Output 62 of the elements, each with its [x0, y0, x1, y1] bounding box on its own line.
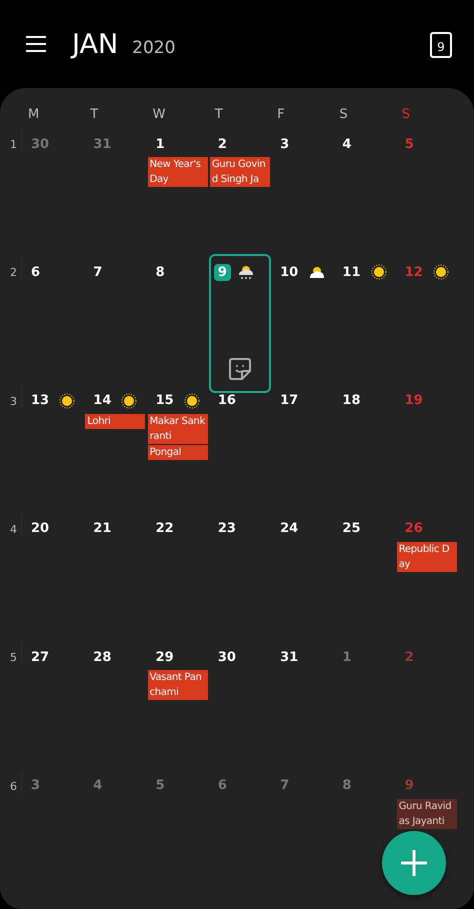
holiday-event[interactable]: Guru Govind Singh Ja: [210, 157, 270, 187]
weekday-label: T: [90, 107, 98, 124]
day-number[interactable]: 13: [27, 392, 54, 410]
day-number[interactable]: 3: [27, 777, 44, 794]
holiday-event[interactable]: Republic Day: [396, 542, 457, 572]
day-number[interactable]: 5: [152, 777, 169, 794]
day-number[interactable]: 3: [276, 136, 294, 152]
day-number[interactable]: 7: [89, 264, 106, 281]
week-number: 5: [0, 643, 22, 664]
holiday-event[interactable]: New Year's Day: [148, 157, 208, 187]
weekday-label: F: [277, 107, 285, 124]
menu-icon[interactable]: [26, 36, 46, 52]
day-number[interactable]: 8: [338, 777, 356, 794]
day-number[interactable]: 2: [214, 136, 231, 152]
day-number[interactable]: 30: [214, 648, 240, 666]
plus-icon: [401, 850, 427, 876]
day-number[interactable]: 31: [89, 136, 116, 152]
day-number[interactable]: 21: [89, 520, 116, 538]
day-number[interactable]: 29: [152, 648, 178, 666]
day-number[interactable]: 4: [89, 777, 106, 794]
year-label: 2020: [132, 38, 176, 58]
week-number: 4: [0, 514, 22, 536]
day-number[interactable]: 24: [276, 520, 302, 538]
week-number: 3: [0, 386, 22, 408]
day-number[interactable]: 11: [338, 264, 365, 281]
weekday-label: S: [402, 107, 410, 124]
holiday-event[interactable]: Vasant Panchami: [148, 670, 208, 700]
day-number[interactable]: 20: [27, 520, 54, 538]
day-number[interactable]: 6: [27, 264, 44, 281]
weekday-label: S: [339, 107, 348, 124]
weekday-label: M: [28, 107, 40, 124]
weekday-label: W: [152, 107, 166, 124]
day-number[interactable]: 1: [152, 136, 169, 152]
week-number: 2: [0, 258, 22, 280]
day-number[interactable]: 15: [152, 392, 178, 410]
weekday-label: T: [214, 107, 223, 124]
week-number: 6: [0, 772, 22, 793]
day-number[interactable]: 10: [276, 264, 302, 281]
day-number[interactable]: 8: [152, 264, 169, 281]
sticker-icon[interactable]: [228, 356, 252, 381]
day-number[interactable]: 22: [152, 520, 178, 538]
day-number[interactable]: 1: [338, 648, 356, 666]
day-number[interactable]: 28: [89, 648, 116, 666]
day-number[interactable]: 14: [89, 392, 116, 410]
day-number[interactable]: 16: [214, 392, 240, 410]
holiday-event[interactable]: Makar Sankranti: [148, 414, 208, 444]
holiday-event[interactable]: Pongal: [148, 444, 208, 460]
day-number[interactable]: 30: [27, 136, 54, 152]
day-number[interactable]: 18: [338, 392, 365, 410]
day-number[interactable]: 23: [214, 520, 240, 538]
day-number[interactable]: 7: [276, 777, 294, 794]
day-number[interactable]: 17: [276, 392, 302, 410]
day-number[interactable]: 6: [214, 777, 231, 794]
day-number[interactable]: 25: [338, 520, 365, 538]
day-number[interactable]: 4: [338, 136, 356, 152]
today-button[interactable]: 9: [430, 32, 452, 58]
day-number[interactable]: 27: [27, 648, 54, 666]
month-title: JAN: [72, 28, 118, 60]
holiday-event[interactable]: Lohri: [85, 414, 146, 429]
day-number[interactable]: 31: [276, 648, 302, 666]
holiday-event[interactable]: Guru Ravidas Jayanti: [396, 798, 457, 829]
week-number: 1: [0, 130, 22, 151]
